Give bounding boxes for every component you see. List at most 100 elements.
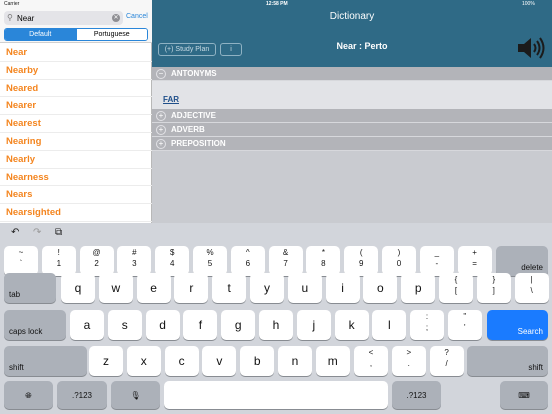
- key-w[interactable]: w: [98, 273, 133, 303]
- status-bar: Carrier 12:58 PM 100%: [0, 0, 552, 9]
- key-0[interactable]: ) 0: [382, 246, 416, 276]
- dictation-key[interactable]: 🎙︎: [111, 381, 160, 409]
- section-antonyms[interactable]: − ANTONYMS: [152, 67, 552, 81]
- key-sym[interactable]: | \: [514, 273, 549, 303]
- list-item[interactable]: Near: [0, 44, 152, 62]
- speaker-icon[interactable]: [516, 37, 546, 59]
- list-item[interactable]: Nearing: [0, 133, 152, 151]
- key-x[interactable]: x: [126, 346, 161, 376]
- key-`[interactable]: ~ `: [4, 246, 38, 276]
- key-char: f: [198, 318, 203, 332]
- list-item[interactable]: Neared: [0, 80, 152, 98]
- key-4[interactable]: $4: [155, 246, 190, 276]
- key-g[interactable]: g: [221, 310, 256, 340]
- key-r[interactable]: r: [174, 273, 209, 303]
- cancel-button[interactable]: Cancel: [126, 13, 148, 20]
- key-=[interactable]: + =: [457, 246, 492, 276]
- key-t[interactable]: t: [212, 273, 247, 303]
- search-key[interactable]: Search: [487, 310, 548, 340]
- key-j[interactable]: j: [296, 310, 331, 340]
- key-2[interactable]: @2: [79, 246, 114, 276]
- key-p[interactable]: p: [401, 273, 436, 303]
- key-v[interactable]: v: [202, 346, 237, 376]
- key-b[interactable]: b: [240, 346, 275, 376]
- antonym-link[interactable]: FAR: [163, 95, 179, 104]
- tab-key[interactable]: tab: [4, 273, 56, 303]
- key-s[interactable]: s: [107, 310, 142, 340]
- key-3[interactable]: #3: [117, 246, 152, 276]
- clear-icon[interactable]: ✕: [112, 14, 120, 22]
- key-y[interactable]: y: [250, 273, 284, 303]
- section-preposition[interactable]: + PREPOSITION: [152, 137, 552, 151]
- segment-default[interactable]: Default: [5, 29, 76, 40]
- key-sym[interactable]: ? /: [429, 346, 464, 376]
- globe-key[interactable]: 🌐︎: [4, 381, 53, 409]
- section-label: ANTONYMS: [171, 69, 217, 78]
- add-study-plan-button[interactable]: (+) Study Plan: [158, 43, 216, 56]
- expand-icon: +: [156, 125, 166, 135]
- key--[interactable]: _ -: [419, 246, 454, 276]
- key-char: \: [530, 286, 533, 295]
- numbers-key[interactable]: .?123: [57, 381, 107, 409]
- key-n[interactable]: n: [278, 346, 312, 376]
- list-item[interactable]: Nearest: [0, 115, 152, 133]
- key-l[interactable]: l: [372, 310, 407, 340]
- key-o[interactable]: o: [363, 273, 398, 303]
- key-z[interactable]: z: [89, 346, 123, 376]
- list-item[interactable]: Nearness: [0, 169, 152, 187]
- key-a[interactable]: a: [70, 310, 104, 340]
- undo-icon[interactable]: ↶: [11, 227, 19, 238]
- key-sym[interactable]: {[: [439, 273, 473, 303]
- shift-right-key[interactable]: shift: [467, 346, 548, 376]
- key-h[interactable]: h: [259, 310, 293, 340]
- key-f[interactable]: f: [183, 310, 218, 340]
- microphone-icon: 🎙︎: [130, 391, 141, 400]
- caps-lock-key[interactable]: caps lock: [4, 310, 66, 340]
- list-item[interactable]: Nearby: [0, 62, 152, 80]
- paste-icon[interactable]: ⧉: [55, 227, 62, 238]
- key-c[interactable]: c: [164, 346, 199, 376]
- key-8[interactable]: * 8: [306, 246, 341, 276]
- key-m[interactable]: m: [315, 346, 350, 376]
- list-item[interactable]: Nearer: [0, 97, 152, 116]
- info-button[interactable]: i: [220, 43, 242, 56]
- list-item[interactable]: Nearsighted: [0, 204, 152, 222]
- key-char: p: [414, 281, 422, 295]
- redo-icon[interactable]: ↷: [33, 227, 41, 238]
- numbers-key-right[interactable]: .?123: [392, 381, 441, 409]
- list-item[interactable]: Nears: [0, 186, 152, 205]
- key-5[interactable]: % 5: [193, 246, 227, 276]
- list-item[interactable]: Nearly: [0, 151, 152, 169]
- key-char: g: [234, 318, 242, 332]
- key-char: l: [388, 318, 391, 332]
- key-k[interactable]: k: [334, 310, 369, 340]
- key-char: 3: [132, 259, 137, 268]
- key-char: i: [341, 281, 344, 295]
- key-i[interactable]: i: [325, 273, 360, 303]
- search-input[interactable]: [17, 12, 107, 24]
- section-adverb[interactable]: + ADVERB: [152, 123, 552, 137]
- key-u[interactable]: u: [287, 273, 322, 303]
- search-bar[interactable]: ⚲ ✕: [4, 11, 123, 25]
- shift-left-key[interactable]: shift: [4, 346, 87, 376]
- key-sym[interactable]: " ': [447, 310, 482, 340]
- key-char: q: [74, 281, 82, 295]
- key-d[interactable]: d: [145, 310, 180, 340]
- key-7[interactable]: & 7: [268, 246, 303, 276]
- key-e[interactable]: e: [136, 273, 171, 303]
- key-9[interactable]: (9: [344, 246, 379, 276]
- section-label: PREPOSITION: [171, 139, 226, 148]
- segment-portuguese[interactable]: Portuguese: [75, 29, 147, 40]
- section-adjective[interactable]: + ADJECTIVE: [152, 109, 552, 123]
- key-char: -: [435, 259, 439, 268]
- delete-key[interactable]: delete: [496, 246, 548, 276]
- space-key[interactable]: [164, 381, 388, 409]
- hide-keyboard-key[interactable]: ⌨: [500, 381, 548, 409]
- key-sym[interactable]: }]: [476, 273, 511, 303]
- key-sym[interactable]: >.: [391, 346, 426, 376]
- key-sym[interactable]: :;: [410, 310, 444, 340]
- key-6[interactable]: ^ 6: [230, 246, 265, 276]
- key-sym[interactable]: <,: [354, 346, 388, 376]
- key-1[interactable]: ! 1: [41, 246, 76, 276]
- key-q[interactable]: q: [61, 273, 95, 303]
